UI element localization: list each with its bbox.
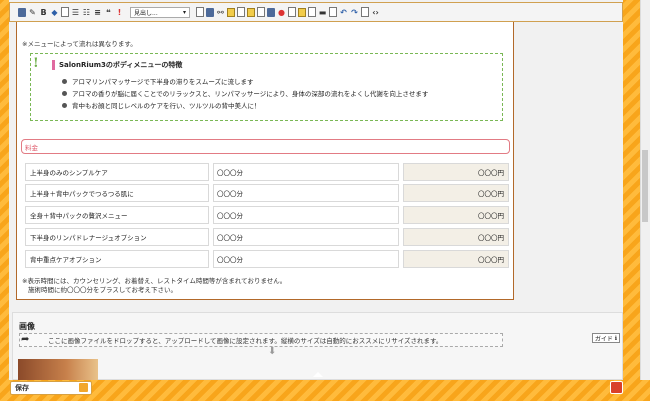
map-pin-icon[interactable]: ● [277, 7, 286, 18]
document-icon[interactable] [237, 7, 245, 17]
upload-icon[interactable] [18, 7, 26, 17]
speech-icon[interactable] [267, 7, 275, 17]
chart-icon[interactable] [288, 7, 296, 17]
price-row-name: 上半身のみのシンプルケア [25, 163, 209, 181]
bullet-icon [62, 90, 67, 96]
down-arrow-icon: ⬇ [268, 346, 277, 357]
price-header: 料金 [21, 139, 510, 154]
feature-item: アロマの香りが脳に届くことでのリラックスと、リンパマッサージにより、身体の深部の… [62, 88, 428, 98]
price-row: 上半身＋背中パックでつるつる肌に 〇〇〇分 〇〇〇円 [25, 184, 509, 202]
price-row-price: 〇〇〇円 [403, 250, 509, 268]
editor-toolbar: ✎ B ◆ ☰ ☷ ≡ ❝ ! 見出し... ▾ ⚯ ● ▬ ↶ ↷ ‹› [9, 2, 623, 22]
price-row-time: 〇〇〇分 [213, 228, 399, 246]
upload-arrow-icon: ➦ [21, 334, 30, 345]
price-row-price: 〇〇〇円 [403, 184, 509, 202]
marker-icon[interactable]: ! [115, 7, 124, 18]
indent-icon[interactable]: ≡ [93, 7, 102, 18]
price-row-name: 上半身＋背中パックでつるつる肌に [25, 184, 209, 202]
price-row-time: 〇〇〇分 [213, 206, 399, 224]
time-note-line: 施術時間に約〇〇〇分をプラスしてお考え下さい。 [28, 286, 177, 294]
image-insert-icon[interactable] [196, 7, 204, 17]
undo-icon[interactable]: ↶ [339, 7, 348, 18]
time-note: ※表示時間には、カウンセリング、お着替え、レストタイム時間等が含まれておりません… [22, 277, 286, 295]
bold-button[interactable]: B [39, 7, 48, 18]
bullet-icon [62, 78, 67, 84]
price-row-price: 〇〇〇円 [403, 228, 509, 246]
heading-select-value: 見出し... [134, 9, 158, 17]
preview-icon[interactable] [361, 7, 369, 17]
price-row-name: 背中重点ケアオプション [25, 250, 209, 268]
image-heading: 画像 [19, 322, 35, 331]
columns-icon[interactable] [257, 7, 265, 17]
price-row-time: 〇〇〇分 [213, 163, 399, 181]
redo-icon[interactable]: ↷ [350, 7, 359, 18]
price-row: 上半身のみのシンプルケア 〇〇〇分 〇〇〇円 [25, 163, 509, 181]
bullet-list-icon[interactable]: ☰ [71, 7, 80, 18]
price-row-time: 〇〇〇分 [213, 250, 399, 268]
guide-button[interactable]: ガイド ℹ [592, 333, 620, 343]
chevron-down-icon: ▾ [182, 8, 186, 16]
lock-icon[interactable] [79, 383, 88, 392]
paste-icon[interactable] [61, 7, 69, 17]
price-row-price: 〇〇〇円 [403, 206, 509, 224]
price-row: 全身＋背中パックの贅沢メニュー 〇〇〇分 〇〇〇円 [25, 206, 509, 224]
price-row-price: 〇〇〇円 [403, 163, 509, 181]
blockquote-button[interactable]: ❝ [104, 7, 113, 18]
source-icon[interactable]: ‹› [371, 7, 380, 18]
heading-select[interactable]: 見出し... ▾ [130, 6, 190, 18]
feature-item: 背中もお顔と同じレベルのケアを行い、ツルツルの背中美人に！ [62, 100, 261, 110]
box-icon[interactable] [247, 7, 255, 17]
frame-icon[interactable] [308, 7, 316, 17]
exclamation-icon: ! [33, 56, 39, 71]
feature-item: アロマリンパマッサージで下半身の滞りをスムーズに流します [62, 76, 254, 86]
gallery-icon[interactable] [298, 7, 306, 17]
template-icon[interactable] [227, 7, 235, 17]
price-row: 下半身のリンパドレナージュオプション 〇〇〇分 〇〇〇円 [25, 228, 509, 246]
link-icon[interactable]: ⚯ [216, 7, 225, 18]
eraser-icon[interactable]: ◆ [50, 7, 59, 18]
block-icon[interactable] [329, 7, 337, 17]
features-title: SalonRium3のボディメニューの特徴 [52, 60, 182, 70]
hr-icon[interactable]: ▬ [318, 7, 327, 18]
info-icon: ℹ [614, 334, 618, 342]
price-row-time: 〇〇〇分 [213, 184, 399, 202]
image-thumbnail[interactable] [18, 359, 98, 380]
time-note-line: ※表示時間には、カウンセリング、お着替え、レストタイム時間等が含まれておりません… [22, 277, 287, 285]
image-drop-zone[interactable]: ここに画像ファイルをドロップすると、アップロードして画像に設定されます。縦横のサ… [19, 333, 503, 347]
numbered-list-icon[interactable]: ☷ [82, 7, 91, 18]
panel-toggle-icon[interactable] [313, 372, 323, 377]
table-icon[interactable] [206, 7, 214, 17]
menu-note: ※メニューによって流れは異なります。 [22, 40, 137, 48]
price-row: 背中重点ケアオプション 〇〇〇分 〇〇〇円 [25, 250, 509, 268]
price-row-name: 全身＋背中パックの贅沢メニュー [25, 206, 209, 224]
bullet-icon [62, 102, 67, 108]
format-icon[interactable]: ✎ [28, 7, 37, 18]
price-row-name: 下半身のリンパドレナージュオプション [25, 228, 209, 246]
trash-icon[interactable] [610, 381, 623, 394]
scrollbar-thumb[interactable] [642, 150, 648, 222]
